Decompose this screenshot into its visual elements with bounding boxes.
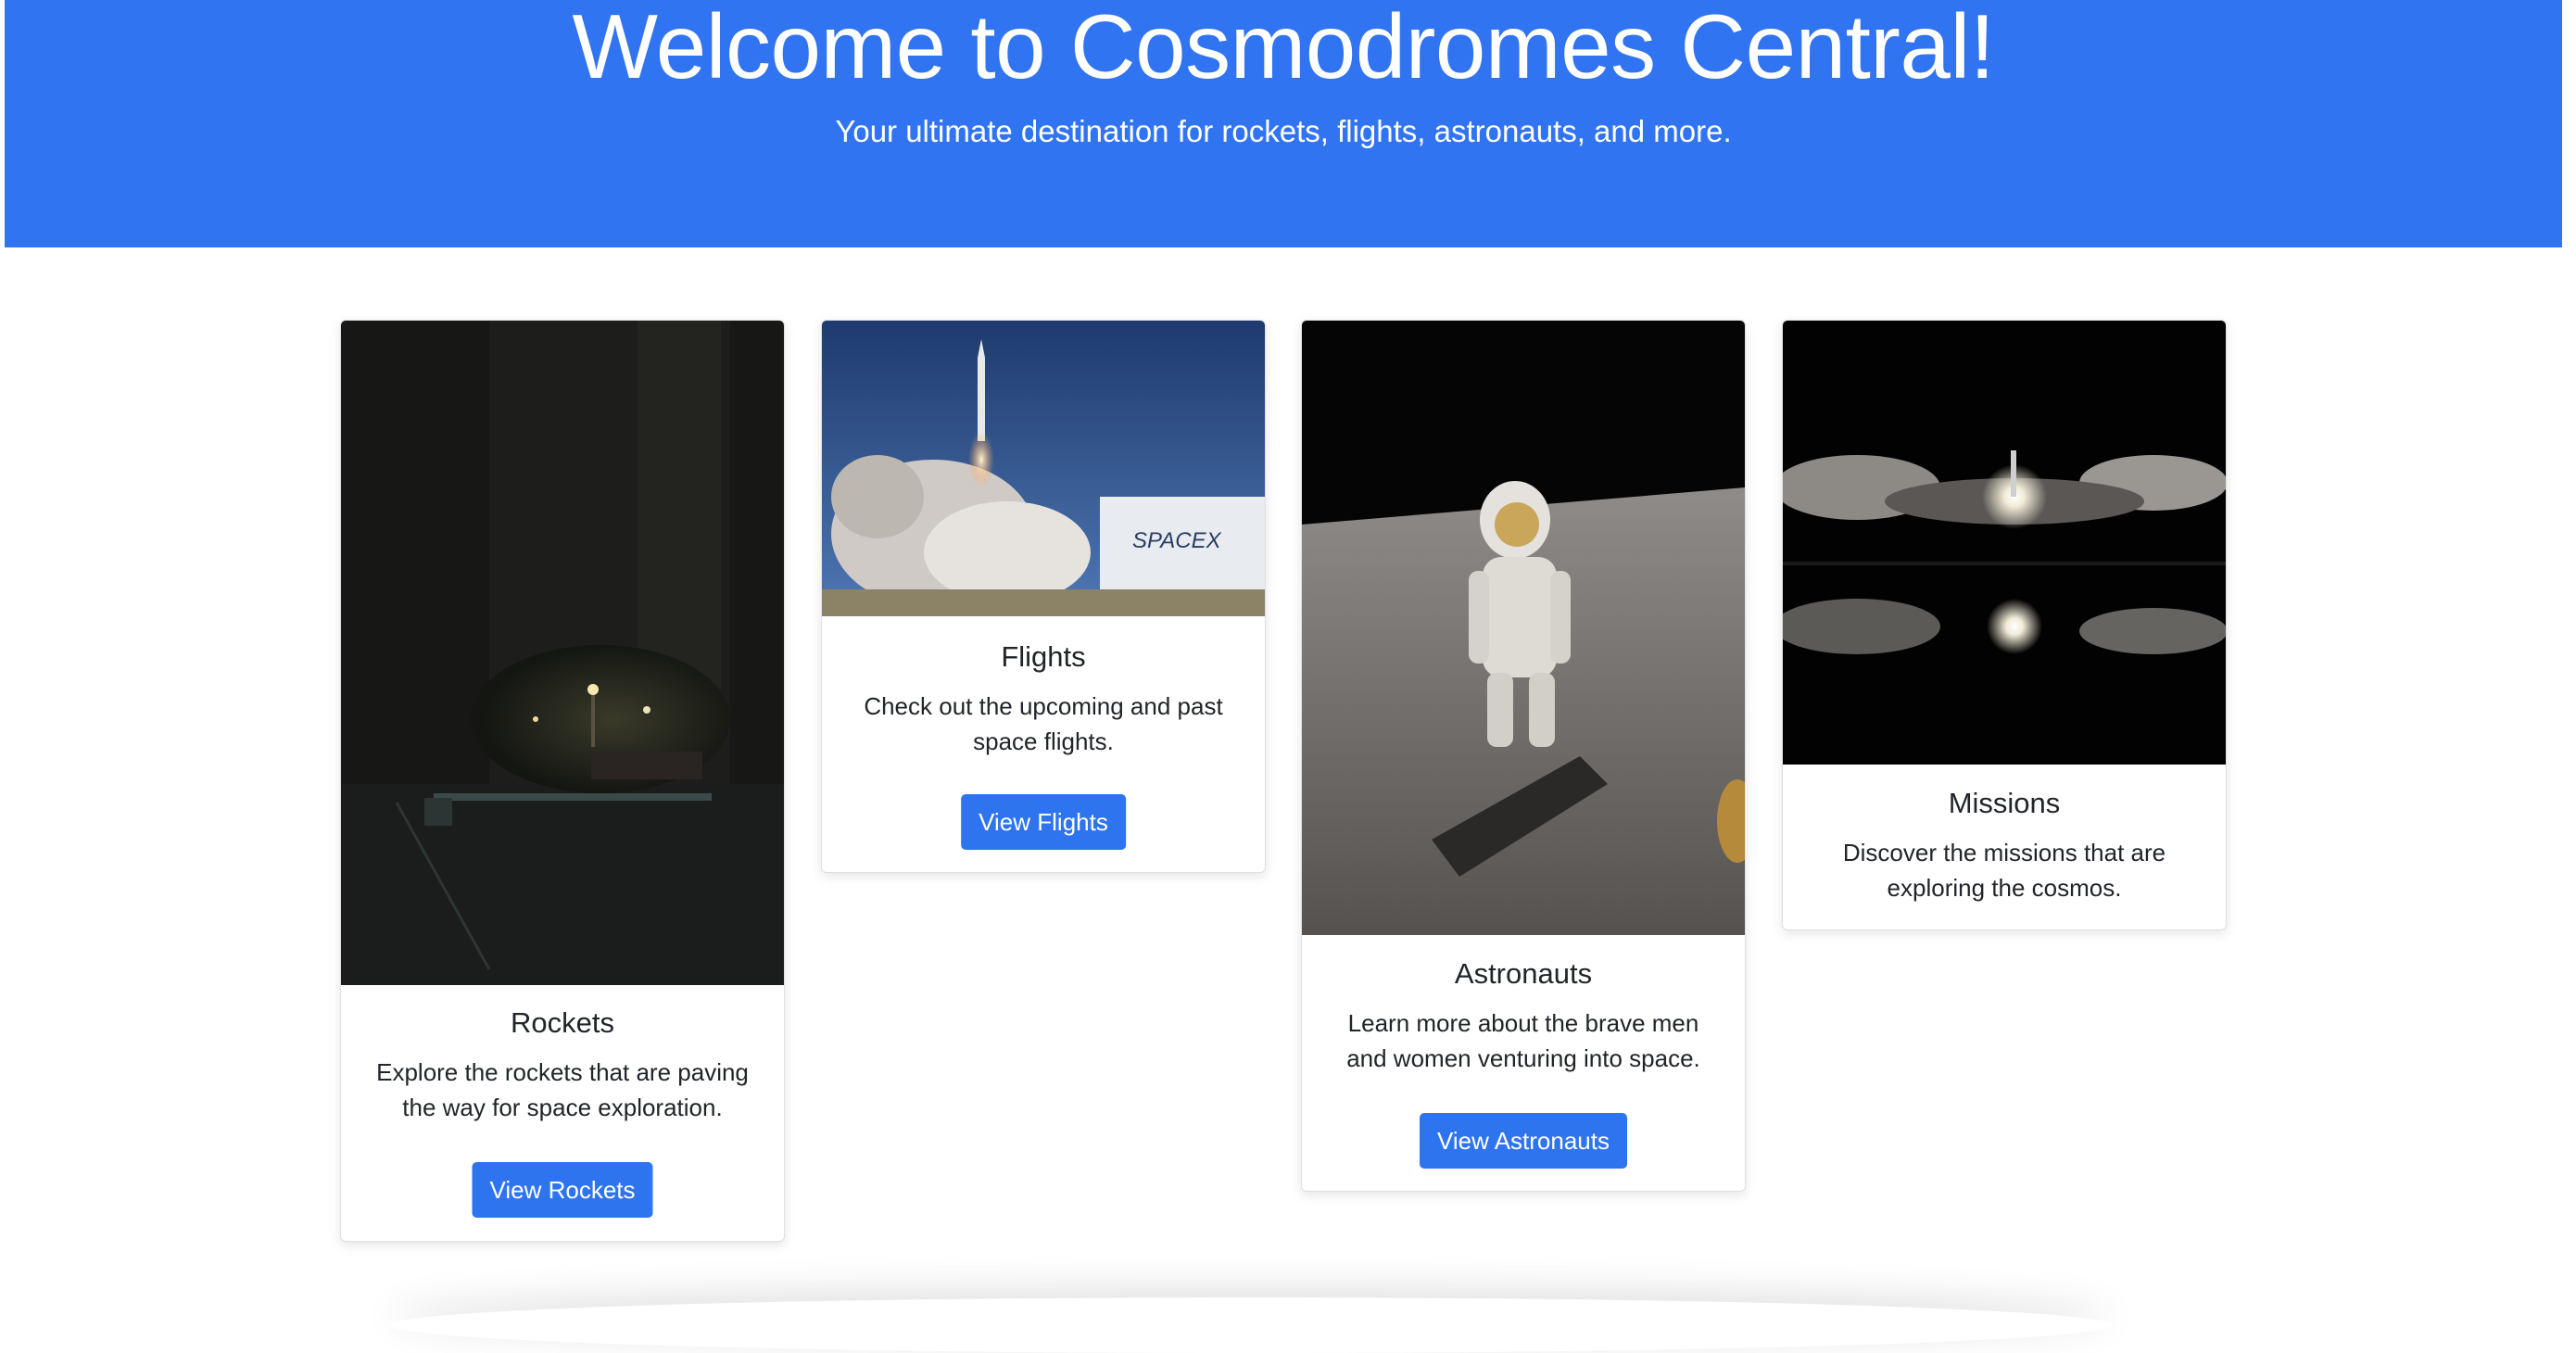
hero-title: Welcome to Cosmodromes Central! (572, 0, 1995, 97)
view-rockets-button[interactable]: View Rockets (472, 1162, 653, 1218)
card-rockets: Rockets Explore the rockets that are pav… (340, 320, 785, 1242)
rockets-title: Rockets (511, 1006, 614, 1039)
hero-subtitle: Your ultimate destination for rockets, f… (835, 114, 1732, 148)
footer-shadow (389, 1297, 2113, 1353)
missions-description: Discover the missions that are exploring… (1842, 839, 2166, 902)
astronauts-description: Learn more about the brave men and women… (1346, 1009, 1700, 1072)
missions-title: Missions (1948, 787, 2061, 819)
card-astronauts: Astronauts Learn more about the brave me… (1301, 320, 1746, 1192)
rockets-image (341, 321, 784, 985)
astronauts-title: Astronauts (1454, 957, 1593, 990)
missions-image (1783, 321, 2226, 765)
rockets-description: Explore the rockets that are paving the … (376, 1058, 749, 1121)
view-flights-button[interactable]: View Flights (961, 794, 1126, 850)
hero-banner: Welcome to Cosmodromes Central! Your ult… (5, 0, 2562, 247)
card-flights: SPACEX Flights Check out the upcoming an… (821, 320, 1266, 873)
astronauts-image (1302, 321, 1745, 935)
svg-text:SPACEX: SPACEX (1132, 528, 1222, 553)
card-missions: Missions Discover the missions that are … (1782, 320, 2227, 930)
flights-description: Check out the upcoming and past space fl… (864, 692, 1223, 755)
flights-image: SPACEX (822, 321, 1265, 616)
view-astronauts-button[interactable]: View Astronauts (1420, 1113, 1627, 1169)
flights-title: Flights (1001, 640, 1086, 673)
